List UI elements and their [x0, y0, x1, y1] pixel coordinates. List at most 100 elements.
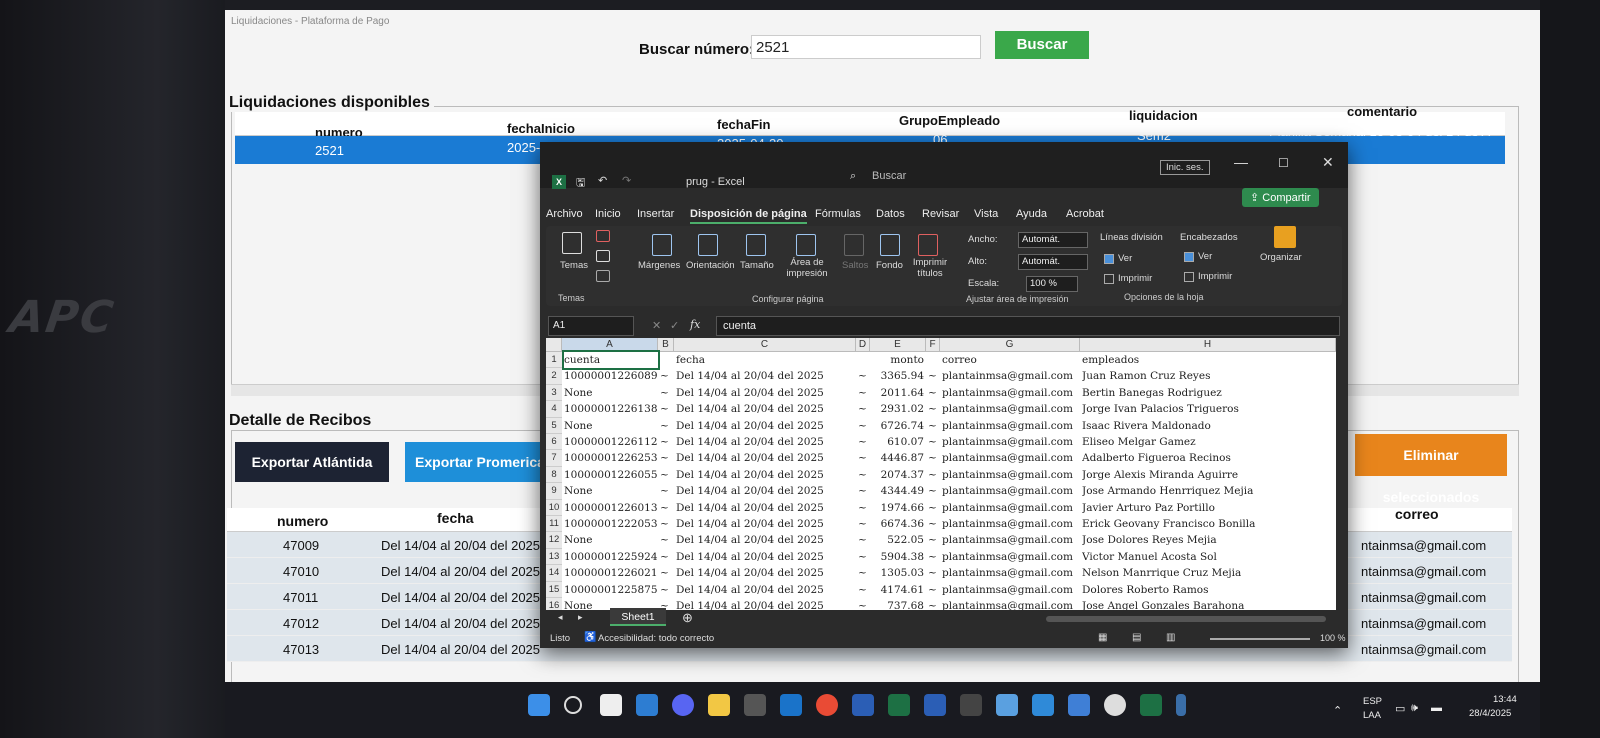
grid-cell[interactable]: Juan Ramon Cruz Reyes [1082, 368, 1332, 384]
start-icon[interactable] [528, 694, 550, 716]
grid-cell[interactable]: plantainmsa@gmail.com [942, 582, 1080, 598]
app-icon-3[interactable] [1104, 694, 1126, 716]
row-header[interactable]: 3 [546, 384, 562, 402]
delete-selected-button[interactable]: Eliminar seleccionados [1355, 434, 1507, 505]
margins-label[interactable]: Márgenes [638, 260, 680, 271]
grid-cell[interactable]: empleados [1082, 352, 1332, 368]
row-header[interactable]: 5 [546, 417, 562, 434]
grid-cell[interactable]: Del 14/04 al 20/04 del 2025 [676, 582, 856, 598]
grid-cell[interactable]: plantainmsa@gmail.com [942, 401, 1080, 417]
grid-cell[interactable] [928, 352, 940, 368]
sign-in-button[interactable]: Inic. ses. [1160, 160, 1210, 175]
themes-button-label[interactable]: Temas [554, 260, 594, 271]
col-header-b[interactable]: B [658, 338, 674, 352]
col-fechafin[interactable]: fechaFin [717, 117, 770, 132]
grid-cell[interactable]: 2931.02 [872, 401, 924, 417]
widgets-icon[interactable] [636, 694, 658, 716]
grid-cell[interactable]: ~ [660, 418, 674, 434]
grid-cell[interactable] [858, 352, 870, 368]
save-icon[interactable]: 🖫 [576, 174, 585, 193]
sheet-tab-sheet1[interactable]: Sheet1 [610, 608, 666, 626]
page-layout-view-icon[interactable]: ▤ [1132, 632, 1141, 643]
grid-cell[interactable]: 6726.74 [872, 418, 924, 434]
row-header[interactable]: 6 [546, 434, 562, 451]
size-icon[interactable] [746, 234, 766, 256]
grid-cell[interactable]: Victor Manuel Acosta Sol [1082, 549, 1332, 565]
print-area-label[interactable]: Área de impresión [780, 257, 834, 279]
tab-datos[interactable]: Datos [876, 208, 905, 220]
grid-cell[interactable]: Del 14/04 al 20/04 del 2025 [676, 532, 856, 548]
grid-cell[interactable]: 10000001226112 [564, 434, 658, 450]
grid-cell[interactable]: 1974.66 [872, 500, 924, 516]
fx-icon[interactable]: fx [690, 318, 700, 331]
add-sheet-icon[interactable]: ⊕ [682, 610, 693, 626]
width-select[interactable]: Automát. [1018, 232, 1088, 248]
page-break-view-icon[interactable]: ▥ [1166, 632, 1175, 643]
maximize-icon[interactable]: ☐ [1278, 156, 1289, 170]
app-icon[interactable] [744, 694, 766, 716]
app-icon-2[interactable] [960, 694, 982, 716]
row-header[interactable]: 1 [546, 352, 562, 369]
grid-cell[interactable]: None [564, 385, 658, 401]
tab-formulas[interactable]: Fórmulas [815, 208, 861, 220]
grid-cell[interactable]: ~ [660, 582, 674, 598]
excel-icon[interactable] [888, 694, 910, 716]
chat-icon[interactable] [672, 694, 694, 716]
grid-cell[interactable]: plantainmsa@gmail.com [942, 434, 1080, 450]
zoom-level[interactable]: 100 % [1320, 633, 1346, 643]
tray-region[interactable]: LAA [1363, 710, 1381, 721]
word-icon-2[interactable] [924, 694, 946, 716]
remote-desktop-icon[interactable] [996, 694, 1018, 716]
grid-cell[interactable]: correo [942, 352, 1080, 368]
grid-cell[interactable]: Del 14/04 al 20/04 del 2025 [676, 565, 856, 581]
grid-cell[interactable]: 10000001225875 [564, 582, 658, 598]
grid-cell[interactable]: ~ [858, 500, 870, 516]
formula-bar[interactable]: cuenta [716, 316, 1340, 336]
grid-cell[interactable]: 1305.03 [872, 565, 924, 581]
grid-cell[interactable]: ~ [928, 401, 940, 417]
zoom-slider[interactable] [1210, 638, 1310, 640]
grid-cell[interactable]: 522.05 [872, 532, 924, 548]
row-header[interactable]: 2 [546, 368, 562, 385]
grid-cell[interactable]: Eliseo Melgar Gamez [1082, 434, 1332, 450]
grid-cell[interactable]: ~ [928, 549, 940, 565]
grid-cell[interactable]: Bertin Banegas Rodriguez [1082, 385, 1332, 401]
accessibility-icon[interactable]: ♿ [584, 632, 596, 643]
grid-cell[interactable]: Isaac Rivera Maldonado [1082, 418, 1332, 434]
grid-cell[interactable]: 10000001222053 [564, 516, 658, 532]
grid-cell[interactable]: 2074.37 [872, 467, 924, 483]
grid-cell[interactable]: ~ [928, 500, 940, 516]
col-header-e[interactable]: E [870, 338, 926, 352]
arrange-label[interactable]: Organizar [1260, 252, 1302, 263]
effects-icon[interactable] [596, 270, 610, 282]
search-icon[interactable]: ⌕ [850, 170, 856, 183]
gridlines-print-checkbox[interactable] [1104, 274, 1114, 284]
grid-cell[interactable]: Del 14/04 al 20/04 del 2025 [676, 500, 856, 516]
grid-cell[interactable]: plantainmsa@gmail.com [942, 368, 1080, 384]
grid-cell[interactable]: ~ [660, 565, 674, 581]
grid-cell[interactable]: 2011.64 [872, 385, 924, 401]
orientation-icon[interactable] [698, 234, 718, 256]
tray-time[interactable]: 13:44 [1493, 694, 1517, 705]
task-view-icon[interactable] [600, 694, 622, 716]
grid-cell[interactable]: Del 14/04 al 20/04 del 2025 [676, 483, 856, 499]
background-icon[interactable] [880, 234, 900, 256]
grid-cell[interactable]: cuenta [562, 349, 660, 371]
tab-insertar[interactable]: Insertar [637, 208, 674, 220]
print-area-icon[interactable] [796, 234, 816, 256]
background-label[interactable]: Fondo [876, 260, 903, 271]
name-box[interactable]: A1 [548, 316, 634, 336]
grid-cell[interactable]: ~ [858, 401, 870, 417]
grid-cell[interactable]: 10000001226013 [564, 500, 658, 516]
search-icon[interactable] [564, 696, 582, 714]
grid-cell[interactable]: 610.07 [872, 434, 924, 450]
grid-cell[interactable]: Del 14/04 al 20/04 del 2025 [676, 385, 856, 401]
export-promerica-button[interactable]: Exportar Promerica [405, 442, 555, 482]
app-icon-4[interactable] [1176, 694, 1186, 716]
grid-cell[interactable]: ~ [660, 483, 674, 499]
row-header[interactable]: 8 [546, 466, 562, 484]
grid-cell[interactable]: plantainmsa@gmail.com [942, 516, 1080, 532]
grid-cell[interactable]: Del 14/04 al 20/04 del 2025 [676, 467, 856, 483]
grid-cell[interactable]: ~ [858, 598, 870, 610]
row-header[interactable]: 10 [546, 499, 562, 516]
